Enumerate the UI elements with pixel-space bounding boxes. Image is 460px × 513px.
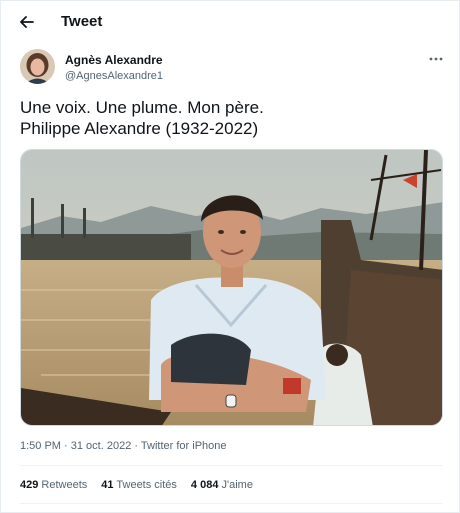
quote-tweets-stat[interactable]: 41 Tweets cités <box>101 479 177 491</box>
arrow-left-icon <box>20 16 34 28</box>
tweet-time[interactable]: 1:50 PM <box>20 440 61 452</box>
retweets-count: 429 <box>20 479 39 491</box>
avatar-image <box>20 49 55 84</box>
divider <box>20 503 443 504</box>
author-name[interactable]: Agnès Alexandre <box>65 53 163 67</box>
more-dots-icon <box>429 57 443 61</box>
likes-stat[interactable]: 4 084 J'aime <box>191 479 253 491</box>
tweet-page: Tweet Agnès Alexandre @AgnesAlexandre1 U… <box>0 0 460 513</box>
more-options-button[interactable] <box>425 52 447 66</box>
retweets-label: Retweets <box>41 479 88 491</box>
meta-separator: · <box>134 440 139 452</box>
tweet-photo[interactable] <box>20 149 443 426</box>
page-title: Tweet <box>61 13 103 30</box>
quote-tweets-label: Tweets cités <box>116 479 177 491</box>
likes-count: 4 084 <box>190 479 219 491</box>
divider <box>20 465 443 466</box>
photo-image <box>21 150 442 425</box>
tweet-text-line: Une voix. Une plume. Mon père. <box>20 98 264 117</box>
tweet-text-line: Philippe Alexandre (1932-2022) <box>20 119 259 138</box>
tweet-date[interactable]: 31 oct. 2022 <box>71 440 132 452</box>
meta-separator: · <box>64 440 68 452</box>
avatar[interactable] <box>20 49 55 84</box>
quote-tweets-count: 41 <box>101 479 114 491</box>
back-button[interactable] <box>15 10 39 34</box>
tweet-meta: 1:50 PM · 31 oct. 2022 · Twitter for iPh… <box>20 440 227 452</box>
tweet-stats: 429 Retweets 41 Tweets cités 4 084 J'aim… <box>20 479 267 491</box>
author-handle[interactable]: @AgnesAlexandre1 <box>65 70 163 82</box>
page-header: Tweet <box>1 1 460 43</box>
tweet-source[interactable]: Twitter for iPhone <box>141 440 227 452</box>
retweets-stat[interactable]: 429 Retweets <box>20 479 87 491</box>
likes-label: J'aime <box>221 479 253 491</box>
tweet-text: Une voix. Une plume. Mon père. Philippe … <box>20 97 440 139</box>
